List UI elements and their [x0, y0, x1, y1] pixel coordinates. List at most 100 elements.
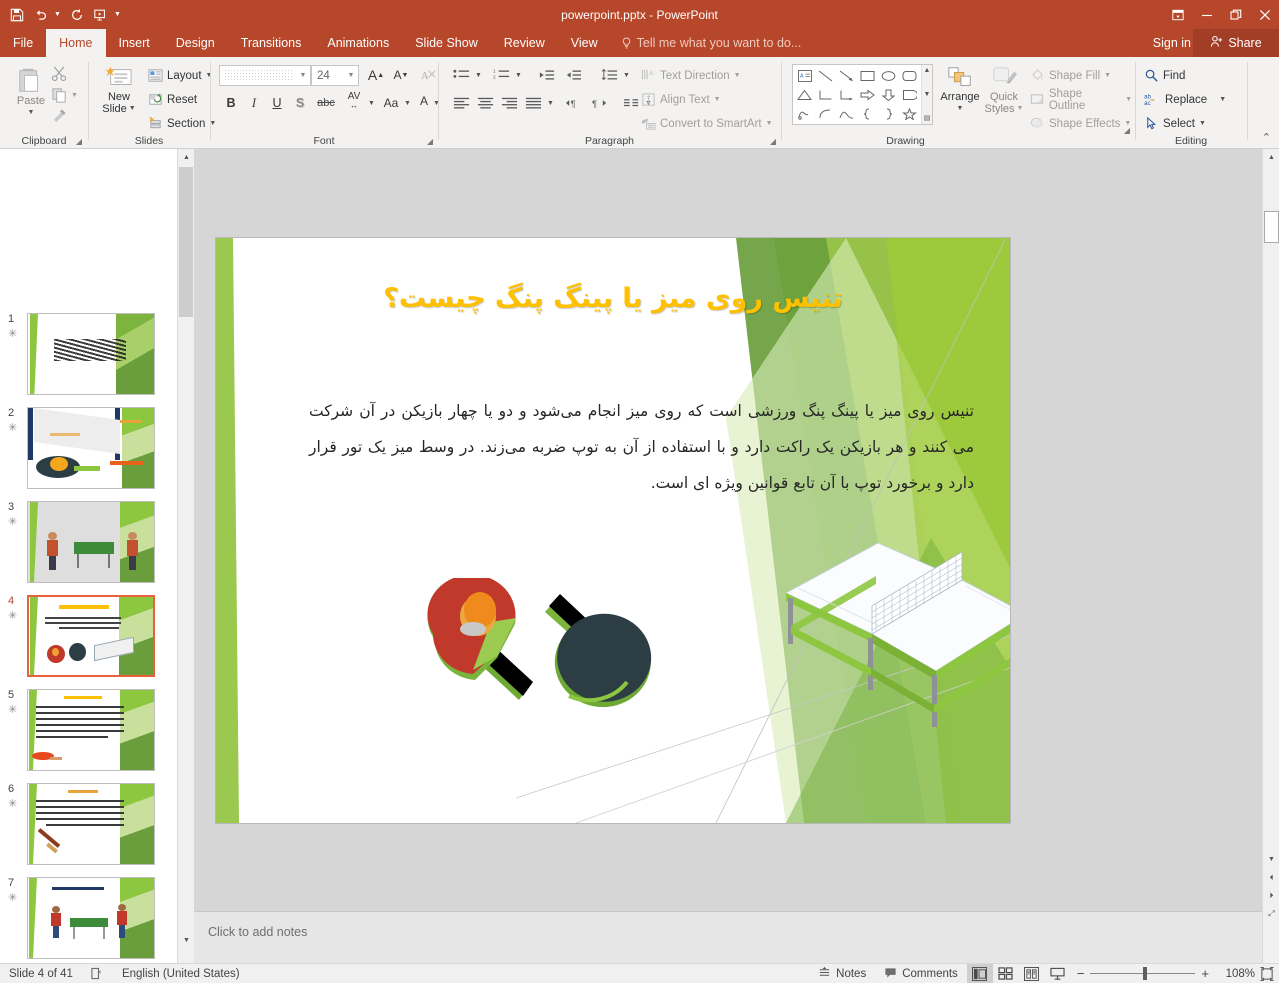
shape-outline-button[interactable]: Shape Outline ▼: [1028, 88, 1134, 112]
next-slide-button[interactable]: ⏵: [1263, 887, 1279, 904]
line-spacing-button[interactable]: [597, 65, 621, 85]
change-case-button[interactable]: Aa: [379, 93, 403, 113]
text-direction-button[interactable]: A Text Direction ▼: [639, 65, 743, 86]
section-button[interactable]: Section ▼: [146, 113, 218, 134]
justify-button[interactable]: [521, 93, 545, 113]
zoom-thumb[interactable]: [1143, 967, 1148, 980]
find-button[interactable]: Find: [1142, 65, 1187, 86]
bullets-dropdown-icon[interactable]: ▼: [475, 72, 482, 79]
customize-qat-icon[interactable]: ▼: [114, 11, 124, 18]
font-size-dropdown-icon[interactable]: ▼: [344, 72, 358, 79]
slide-counter[interactable]: Slide 4 of 41: [0, 964, 82, 983]
undo-icon[interactable]: [30, 4, 52, 26]
thumb-scroll-up-icon[interactable]: ▲: [178, 149, 195, 166]
shape-pentagon-icon[interactable]: [899, 85, 920, 104]
shapes-more-icon[interactable]: ▤: [924, 114, 931, 122]
shape-curve-icon[interactable]: [836, 104, 857, 123]
shape-effects-button[interactable]: Shape Effects ▼: [1028, 113, 1133, 134]
slide-body-text[interactable]: تنیس روی میز یا پینگ پنگ ورزشی است که رو…: [309, 393, 974, 501]
copy-dropdown-icon[interactable]: ▼: [71, 92, 78, 99]
redo-icon[interactable]: [66, 4, 88, 26]
share-button[interactable]: Share: [1193, 29, 1279, 57]
font-dialog-launcher[interactable]: ◢: [427, 137, 433, 146]
tab-design[interactable]: Design: [163, 29, 228, 57]
align-dropdown-icon[interactable]: ▼: [547, 100, 554, 107]
shape-rounded-rectangle-icon[interactable]: [899, 66, 920, 85]
collapse-ribbon-icon[interactable]: ⌃: [1262, 131, 1271, 144]
fit-slide-to-window-button[interactable]: ⤢: [1263, 905, 1279, 922]
shape-rectangle-icon[interactable]: [857, 66, 878, 85]
restore-icon[interactable]: [1221, 0, 1250, 29]
thumbnail-pane-scrollbar[interactable]: ▲ ▼: [177, 149, 195, 963]
shape-arrow-icon[interactable]: [836, 66, 857, 85]
shape-right-brace-icon[interactable]: [878, 104, 899, 123]
font-color-button[interactable]: A: [414, 91, 434, 111]
minimize-icon[interactable]: [1192, 0, 1221, 29]
align-center-button[interactable]: [473, 93, 497, 113]
thumbnail-slide-5[interactable]: [27, 689, 155, 771]
sign-in-button[interactable]: Sign in: [1153, 29, 1191, 57]
new-slide-dropdown-icon[interactable]: ▼: [129, 103, 136, 115]
thumb-scroll-down-icon[interactable]: ▼: [178, 932, 195, 949]
bold-button[interactable]: B: [221, 93, 241, 113]
quick-styles-button[interactable]: Quick Styles ▼: [982, 65, 1026, 115]
comments-button[interactable]: Comments: [875, 964, 967, 983]
shape-right-arrow-icon[interactable]: [857, 85, 878, 104]
close-icon[interactable]: [1250, 0, 1279, 29]
text-shadow-button[interactable]: S: [290, 93, 310, 113]
align-text-dropdown-icon[interactable]: ▼: [714, 96, 721, 103]
arrange-dropdown-icon[interactable]: ▼: [957, 103, 964, 115]
thumbnail-slide-3[interactable]: [27, 501, 155, 583]
decrease-indent-button[interactable]: [534, 65, 558, 85]
italic-button[interactable]: I: [244, 93, 264, 113]
change-case-dropdown-icon[interactable]: ▼: [404, 100, 411, 107]
shape-fill-dropdown-icon[interactable]: ▼: [1104, 72, 1111, 79]
decrease-font-size-icon[interactable]: A ▼: [391, 65, 411, 85]
font-name-input[interactable]: ▼: [219, 65, 311, 86]
slide-scroll-up-icon[interactable]: ▲: [1263, 149, 1279, 166]
shape-left-brace-icon[interactable]: [857, 104, 878, 123]
thumbnail-slide-1[interactable]: [27, 313, 155, 395]
new-slide-button[interactable]: New Slide ▼: [94, 65, 144, 115]
reset-button[interactable]: Reset: [146, 89, 199, 110]
shape-textbox-icon[interactable]: A: [794, 66, 815, 85]
shape-elbow-arrow-icon[interactable]: [836, 85, 857, 104]
paste-dropdown-icon[interactable]: ▼: [28, 107, 35, 119]
align-right-button[interactable]: [497, 93, 521, 113]
tab-animations[interactable]: Animations: [314, 29, 402, 57]
current-slide[interactable]: تنیس روی میز یا پینگ پنگ چیست؟ تنیس روی …: [216, 238, 1010, 823]
quick-styles-dropdown-icon[interactable]: ▼: [1017, 103, 1024, 115]
shape-fill-button[interactable]: Shape Fill ▼: [1028, 65, 1113, 86]
font-size-input[interactable]: 24 ▼: [311, 65, 359, 86]
paddles-graphic[interactable]: [421, 578, 691, 713]
character-spacing-dropdown-icon[interactable]: ▼: [368, 100, 375, 107]
align-text-button[interactable]: Align Text ▼: [639, 89, 723, 110]
slide-sorter-view-button[interactable]: [993, 964, 1019, 983]
replace-dropdown-icon[interactable]: ▼: [1219, 96, 1226, 103]
shapes-gallery-scroll[interactable]: ▲ ▼ ▤: [921, 65, 932, 124]
thumbnail-slide-4[interactable]: [27, 595, 155, 677]
reading-view-button[interactable]: [1019, 964, 1045, 983]
shape-oval-icon[interactable]: [878, 66, 899, 85]
shape-down-arrow-icon[interactable]: [878, 85, 899, 104]
shape-scribble-icon[interactable]: [794, 104, 815, 123]
notes-pane[interactable]: Click to add notes: [194, 911, 1262, 963]
tab-transitions[interactable]: Transitions: [228, 29, 315, 57]
select-button[interactable]: Select ▼: [1142, 113, 1208, 134]
thumbnail-slide-2[interactable]: [27, 407, 155, 489]
normal-view-button[interactable]: [966, 963, 993, 983]
slide-scroll-thumb[interactable]: [1264, 211, 1279, 243]
spell-check-icon[interactable]: x: [82, 964, 113, 983]
font-name-dropdown-icon[interactable]: ▼: [296, 72, 310, 79]
zoom-slider[interactable]: − +: [1071, 966, 1215, 981]
tab-slide-show[interactable]: Slide Show: [402, 29, 491, 57]
arrange-button[interactable]: Arrange ▼: [938, 65, 982, 115]
zoom-track[interactable]: [1090, 967, 1196, 980]
select-dropdown-icon[interactable]: ▼: [1199, 120, 1206, 127]
slideshow-icon[interactable]: [90, 4, 112, 26]
tab-file[interactable]: File: [0, 29, 47, 57]
shape-line-icon[interactable]: [815, 66, 836, 85]
line-spacing-dropdown-icon[interactable]: ▼: [623, 72, 630, 79]
ping-pong-table-graphic[interactable]: [776, 538, 1010, 768]
paragraph-dialog-launcher[interactable]: ◢: [770, 137, 776, 146]
